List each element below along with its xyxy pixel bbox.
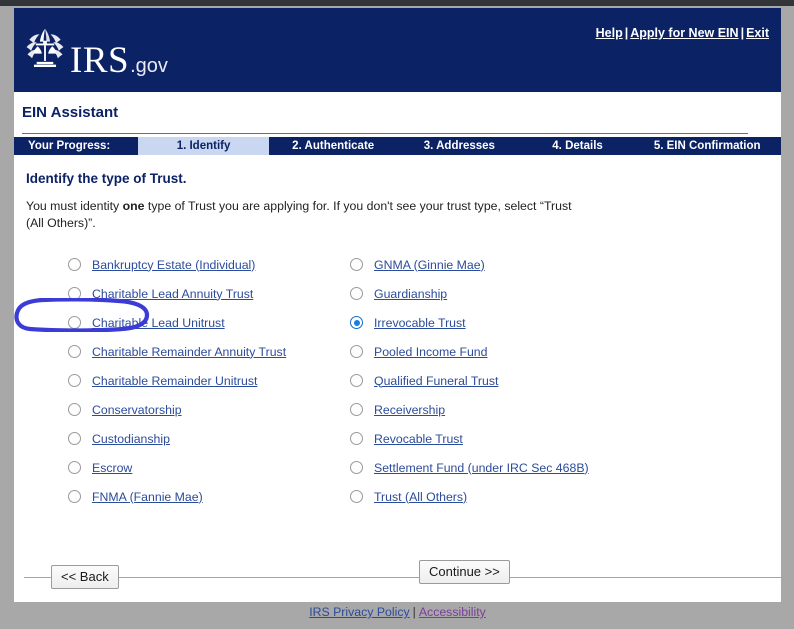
accessibility-link[interactable]: Accessibility: [419, 605, 486, 619]
option-label[interactable]: Receivership: [374, 403, 445, 417]
page-canvas: IRS .gov Help | Apply for New EIN | Exit EIN…: [14, 8, 784, 619]
option-label[interactable]: Revocable Trust: [374, 432, 463, 446]
question-heading: Identify the type of Trust.: [26, 171, 187, 186]
option-label[interactable]: Settlement Fund (under IRC Sec 468B): [374, 461, 589, 475]
option-label[interactable]: Custodianship: [92, 432, 170, 446]
option-charitable-lead-unitrust[interactable]: Charitable Lead Unitrust: [68, 308, 350, 337]
description-emphasis: one: [122, 199, 145, 213]
options-column-right: GNMA (Ginnie Mae) Guardianship Irrevocab…: [14, 250, 632, 511]
option-trust-all-others[interactable]: Trust (All Others): [350, 482, 632, 511]
option-label[interactable]: Pooled Income Fund: [374, 345, 487, 359]
back-button[interactable]: << Back: [51, 565, 119, 589]
option-label[interactable]: Qualified Funeral Trust: [374, 374, 498, 388]
radio-bankruptcy-estate-individual[interactable]: [68, 258, 81, 271]
radio-guardianship[interactable]: [350, 287, 363, 300]
footer-separator: |: [412, 605, 416, 619]
option-escrow[interactable]: Escrow: [68, 453, 350, 482]
option-guardianship[interactable]: Guardianship: [350, 279, 632, 308]
exit-link[interactable]: Exit: [746, 26, 769, 40]
option-label[interactable]: Charitable Lead Unitrust: [92, 316, 225, 330]
radio-settlement-fund[interactable]: [350, 461, 363, 474]
radio-conservatorship[interactable]: [68, 403, 81, 416]
footer-divider: [24, 577, 784, 578]
radio-escrow[interactable]: [68, 461, 81, 474]
progress-step-addresses[interactable]: 3. Addresses: [397, 137, 522, 155]
title-divider: [22, 133, 748, 134]
nav-separator-2: |: [740, 26, 745, 40]
radio-charitable-lead-annuity-trust[interactable]: [68, 287, 81, 300]
option-qualified-funeral-trust[interactable]: Qualified Funeral Trust: [350, 366, 632, 395]
trust-type-options: Bankruptcy Estate (Individual) Charitabl…: [14, 250, 771, 511]
option-custodianship[interactable]: Custodianship: [68, 424, 350, 453]
option-label[interactable]: Irrevocable Trust: [374, 316, 466, 330]
option-irrevocable-trust[interactable]: Irrevocable Trust: [350, 308, 632, 337]
radio-custodianship[interactable]: [68, 432, 81, 445]
radio-qualified-funeral-trust[interactable]: [350, 374, 363, 387]
option-label[interactable]: Bankruptcy Estate (Individual): [92, 258, 255, 272]
radio-charitable-remainder-unitrust[interactable]: [68, 374, 81, 387]
progress-step-ein-confirmation[interactable]: 5. EIN Confirmation: [633, 137, 781, 155]
progress-step-authenticate[interactable]: 2. Authenticate: [269, 137, 397, 155]
irs-eagle-scales-emblem-icon: [26, 28, 64, 67]
page-title: EIN Assistant: [22, 104, 119, 121]
option-conservatorship[interactable]: Conservatorship: [68, 395, 350, 424]
option-charitable-remainder-unitrust[interactable]: Charitable Remainder Unitrust: [68, 366, 350, 395]
option-label[interactable]: Guardianship: [374, 287, 447, 301]
option-revocable-trust[interactable]: Revocable Trust: [350, 424, 632, 453]
option-gnma-ginnie-mae[interactable]: GNMA (Ginnie Mae): [350, 250, 632, 279]
navigation-buttons: << Back Continue >>: [14, 551, 784, 591]
options-column-left: Bankruptcy Estate (Individual) Charitabl…: [68, 250, 350, 511]
help-link[interactable]: Help: [596, 26, 623, 40]
radio-charitable-lead-unitrust[interactable]: [68, 316, 81, 329]
question-description: You must identity one type of Trust you …: [26, 198, 592, 232]
option-pooled-income-fund[interactable]: Pooled Income Fund: [350, 337, 632, 366]
radio-fnma-fannie-mae[interactable]: [68, 490, 81, 503]
application-title-band: EIN Assistant: [14, 92, 781, 137]
radio-pooled-income-fund[interactable]: [350, 345, 363, 358]
option-label[interactable]: Trust (All Others): [374, 490, 467, 504]
option-charitable-lead-annuity-trust[interactable]: Charitable Lead Annuity Trust: [68, 279, 350, 308]
description-part-1: You must identity: [26, 199, 123, 213]
main-content: Identify the type of Trust. You must ide…: [14, 171, 781, 551]
apply-for-new-ein-link[interactable]: Apply for New EIN: [630, 26, 738, 40]
radio-trust-all-others[interactable]: [350, 490, 363, 503]
progress-step-identify[interactable]: 1. Identify: [137, 137, 270, 155]
utility-navigation: Help | Apply for New EIN | Exit: [596, 26, 769, 40]
option-label[interactable]: Charitable Lead Annuity Trust: [92, 287, 253, 301]
radio-gnma-ginnie-mae[interactable]: [350, 258, 363, 271]
option-label[interactable]: GNMA (Ginnie Mae): [374, 258, 485, 272]
continue-button[interactable]: Continue >>: [419, 560, 510, 584]
option-fnma-fannie-mae[interactable]: FNMA (Fannie Mae): [68, 482, 350, 511]
logo-text-irs: IRS: [70, 40, 130, 81]
option-settlement-fund[interactable]: Settlement Fund (under IRC Sec 468B): [350, 453, 632, 482]
option-label[interactable]: Conservatorship: [92, 403, 182, 417]
irs-privacy-policy-link[interactable]: IRS Privacy Policy: [309, 605, 409, 619]
footer-links: IRS Privacy Policy | Accessibility: [14, 605, 781, 619]
option-label[interactable]: Charitable Remainder Unitrust: [92, 374, 257, 388]
option-label[interactable]: Escrow: [92, 461, 132, 475]
radio-irrevocable-trust[interactable]: [350, 316, 363, 329]
logo-text-gov: .gov: [130, 55, 168, 77]
radio-charitable-remainder-annuity-trust[interactable]: [68, 345, 81, 358]
progress-label: Your Progress:: [28, 140, 111, 152]
irs-logo[interactable]: IRS .gov: [22, 26, 168, 79]
progress-bar: Your Progress: 1. Identify 2. Authentica…: [14, 137, 781, 155]
option-bankruptcy-estate-individual[interactable]: Bankruptcy Estate (Individual): [68, 250, 350, 279]
option-charitable-remainder-annuity-trust[interactable]: Charitable Remainder Annuity Trust: [68, 337, 350, 366]
radio-revocable-trust[interactable]: [350, 432, 363, 445]
progress-step-details[interactable]: 4. Details: [522, 137, 634, 155]
site-masthead: IRS .gov Help | Apply for New EIN | Exit: [14, 8, 781, 92]
radio-receivership[interactable]: [350, 403, 363, 416]
option-label[interactable]: FNMA (Fannie Mae): [92, 490, 203, 504]
browser-chrome-strip: [0, 0, 794, 6]
option-receivership[interactable]: Receivership: [350, 395, 632, 424]
option-label[interactable]: Charitable Remainder Annuity Trust: [92, 345, 286, 359]
